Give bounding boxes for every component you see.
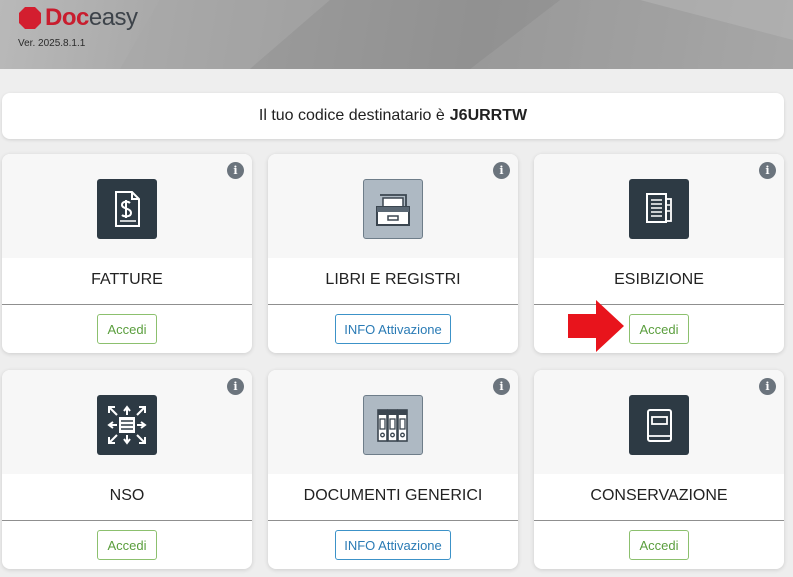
archive-drawer-icon <box>363 179 423 239</box>
card-nso: i NSO Accedi <box>2 370 252 569</box>
info-icon[interactable]: i <box>493 378 510 395</box>
version-label: Ver. 2025.8.1.1 <box>18 38 86 49</box>
book-icon <box>629 395 689 455</box>
info-attivazione-button[interactable]: INFO Attivazione <box>335 314 451 344</box>
accedi-button[interactable]: Accedi <box>629 314 689 344</box>
card-title: CONSERVAZIONE <box>590 487 728 504</box>
documents-stack-icon <box>629 179 689 239</box>
brand-logo[interactable]: Doceasy <box>18 4 138 32</box>
app-header: Doceasy Ver. 2025.8.1.1 <box>0 0 793 69</box>
info-icon[interactable]: i <box>493 162 510 179</box>
accedi-button[interactable]: Accedi <box>97 314 157 344</box>
divider <box>268 304 518 305</box>
recipient-code-prefix: Il tuo codice destinatario è <box>258 107 445 124</box>
recipient-code-value: J6URRTW <box>449 107 528 124</box>
divider <box>2 520 252 521</box>
card-libri-e-registri: i LIBRI E REGISTRI INFO Attivazione <box>268 154 518 353</box>
accedi-button[interactable]: Accedi <box>629 530 689 560</box>
info-icon[interactable]: i <box>227 378 244 395</box>
brand-name: Doceasy <box>45 4 138 31</box>
card-fatture: i FATTURE Accedi <box>2 154 252 353</box>
card-documenti-generici: i DOCUMENTI GENERICI INFO Attivazione <box>268 370 518 569</box>
recipient-code-banner: Il tuo codice destinatario è J6URRTW <box>2 93 784 139</box>
card-conservazione: i CONSERVAZIONE Accedi <box>534 370 784 569</box>
divider <box>268 520 518 521</box>
info-icon[interactable]: i <box>227 162 244 179</box>
card-title: DOCUMENTI GENERICI <box>303 487 483 504</box>
divider <box>2 304 252 305</box>
document-arrows-icon <box>97 395 157 455</box>
red-arrow-icon <box>568 300 624 352</box>
binders-icon <box>363 395 423 455</box>
invoice-dollar-icon <box>97 179 157 239</box>
info-attivazione-button[interactable]: INFO Attivazione <box>335 530 451 560</box>
card-title: NSO <box>109 487 145 504</box>
info-icon[interactable]: i <box>759 162 776 179</box>
info-icon[interactable]: i <box>759 378 776 395</box>
octagon-logo-icon <box>19 7 41 29</box>
divider <box>534 520 784 521</box>
accedi-button[interactable]: Accedi <box>97 530 157 560</box>
card-title: LIBRI E REGISTRI <box>325 271 461 288</box>
card-title: FATTURE <box>91 271 163 288</box>
card-title: ESIBIZIONE <box>614 271 704 288</box>
